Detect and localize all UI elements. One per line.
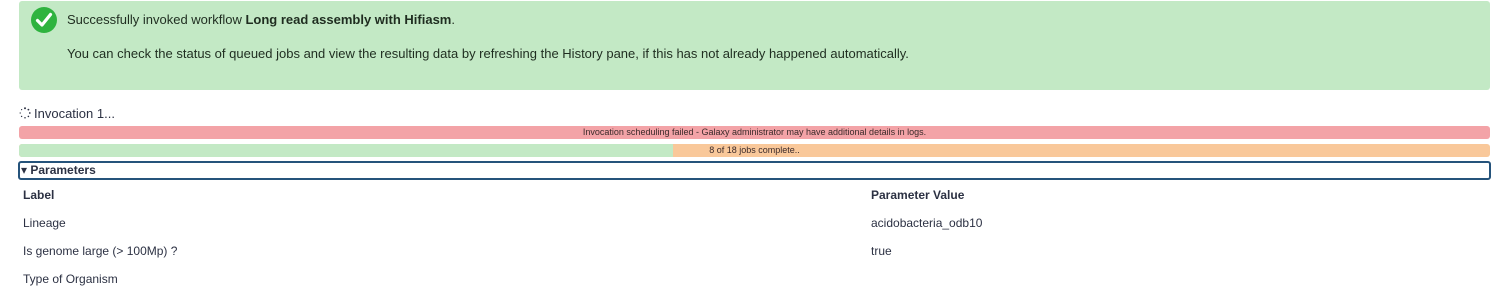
param-value: true [871, 244, 892, 258]
jobs-progress-text: 8 of 18 jobs complete.. [709, 145, 800, 155]
spinner-icon [19, 107, 31, 119]
column-header-value: Parameter Value [871, 188, 965, 202]
table-header-row: Label Parameter Value [23, 186, 1483, 214]
table-row: Is genome large (> 100Mp) ? true [23, 242, 1483, 270]
workflow-name: Long read assembly with Hifiasm [245, 12, 452, 27]
parameters-table: Label Parameter Value Lineage acidobacte… [23, 186, 1483, 298]
invocation-label: Invocation 1... [34, 105, 115, 121]
table-row: Type of Organism [23, 270, 1483, 298]
table-row: Lineage acidobacteria_odb10 [23, 214, 1483, 242]
param-label: Type of Organism [23, 272, 118, 286]
invocation-status: Invocation 1... [19, 105, 115, 121]
scheduling-failed-text: Invocation scheduling failed - Galaxy ad… [582, 127, 927, 137]
parameters-toggle[interactable]: ▾ Parameters [18, 161, 1491, 180]
success-title: Successfully invoked workflow Long read … [67, 12, 455, 27]
param-value: acidobacteria_odb10 [871, 216, 983, 230]
param-label: Is genome large (> 100Mp) ? [23, 244, 178, 258]
success-message: You can check the status of queued jobs … [67, 46, 909, 61]
parameters-toggle-label: ▾ Parameters [21, 163, 96, 177]
param-label: Lineage [23, 216, 66, 230]
success-alert: Successfully invoked workflow Long read … [19, 1, 1490, 90]
jobs-progress-bar: 8 of 18 jobs complete.. [19, 144, 1490, 157]
check-circle-icon [31, 7, 57, 33]
column-header-label: Label [23, 188, 55, 202]
scheduling-failed-bar: Invocation scheduling failed - Galaxy ad… [19, 126, 1490, 139]
